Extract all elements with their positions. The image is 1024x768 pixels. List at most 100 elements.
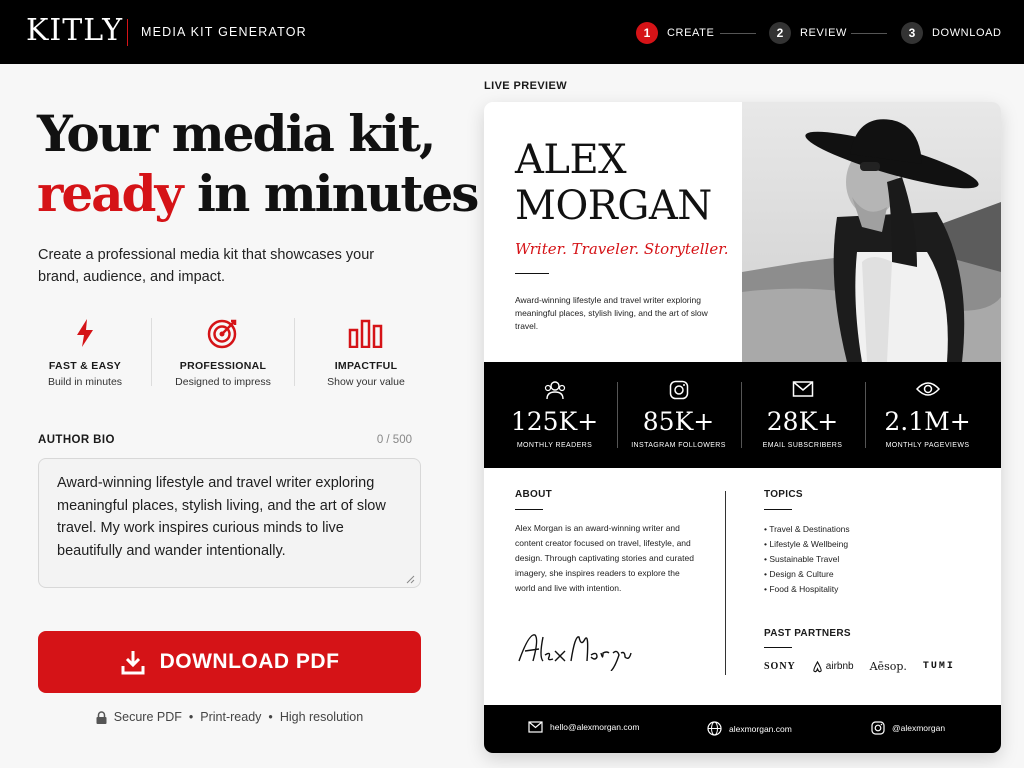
signature: [515, 627, 635, 676]
bio-textarea[interactable]: Award-winning lifestyle and travel write…: [38, 458, 421, 588]
step-label: CREATE: [667, 27, 715, 39]
feature-divider: [294, 318, 295, 386]
footer-email[interactable]: hello@alexmorgan.com: [528, 721, 639, 733]
bio-label: AUTHOR BIO: [38, 434, 115, 446]
topics-heading: TOPICS: [764, 489, 803, 500]
mail-icon: [528, 721, 543, 733]
stat-instagram-followers: 85K+ INSTAGRAM FOLLOWERS: [616, 362, 741, 468]
partner-sony-logo: SONY: [764, 661, 796, 672]
topic-label: Lifestyle & Wellbeing: [769, 539, 849, 549]
partners-heading: PAST PARTNERS: [764, 628, 851, 639]
separator-dot: •: [268, 710, 273, 724]
topic-label: Food & Hospitality: [769, 584, 839, 594]
preview-name: ALEX MORGAN: [515, 137, 712, 229]
media-kit-preview: ALEX MORGAN Writer. Traveler. Storytelle…: [484, 102, 1001, 753]
feature-professional: PROFESSIONAL Designed to impress: [163, 316, 283, 388]
instagram-icon: [871, 721, 885, 735]
bio-char-count: 0 / 500: [376, 434, 412, 446]
footer-email-text: hello@alexmorgan.com: [550, 722, 640, 732]
stat-value: 125K+: [510, 407, 599, 436]
top-bar: KITLY MEDIA KIT GENERATOR 1 CREATE 2 REV…: [0, 0, 1024, 64]
step-review[interactable]: 2 REVIEW: [769, 22, 847, 44]
feature-impactful: IMPACTFUL Show your value: [306, 316, 426, 388]
logo[interactable]: KITLY: [26, 14, 123, 48]
hero-accent-word: ready: [37, 164, 184, 223]
download-icon: [121, 651, 145, 675]
divider: [515, 273, 549, 274]
preview-footer: hello@alexmorgan.com alexmorgan.com @ale…: [484, 705, 1001, 753]
divider: [764, 647, 792, 648]
stat-monthly-pageviews: 2.1M+ MONTHLY PAGEVIEWS: [865, 362, 990, 468]
partner-name: airbnb: [825, 661, 854, 672]
list-item: • Sustainable Travel: [764, 554, 840, 564]
topic-label: Travel & Destinations: [769, 524, 850, 534]
stat-value: 2.1M+: [884, 407, 971, 436]
partner-tumi-logo: TUMI: [922, 661, 955, 672]
profile-photo: [742, 102, 1001, 362]
step-label: DOWNLOAD: [932, 27, 1002, 39]
partner-logos: SONY airbnb Aēsop. TUMI: [764, 660, 971, 673]
step-connector: [720, 33, 756, 34]
feature-divider: [151, 318, 152, 386]
list-item: • Food & Hospitality: [764, 584, 839, 594]
preview-intro: Award-winning lifestyle and travel write…: [515, 295, 708, 331]
mail-icon: [740, 380, 865, 402]
app-name: MEDIA KIT GENERATOR: [141, 25, 307, 39]
separator-dot: •: [188, 710, 194, 724]
list-item: • Lifestyle & Wellbeing: [764, 539, 849, 549]
partner-aesop-logo: Aēsop.: [869, 660, 907, 673]
lightning-icon: [25, 316, 145, 350]
stats-bar: 125K+ MONTHLY READERS 85K+ INSTAGRAM FOL…: [484, 362, 1001, 468]
stat-email-subscribers: 28K+ EMAIL SUBSCRIBERS: [740, 362, 865, 468]
feature-subtitle: Show your value: [327, 376, 405, 388]
download-pdf-button[interactable]: DOWNLOAD PDF: [38, 631, 421, 693]
target-icon: [163, 316, 283, 350]
stat-label: EMAIL SUBSCRIBERS: [762, 442, 843, 449]
download-badges: Secure PDF • Print-ready • High resoluti…: [38, 710, 421, 724]
hero-title: Your media kit, ready in minutes: [37, 104, 479, 224]
airbnb-icon: [813, 660, 822, 672]
download-label: DOWNLOAD PDF: [159, 650, 340, 673]
about-heading: ABOUT: [515, 489, 553, 500]
footer-website[interactable]: alexmorgan.com: [707, 721, 792, 736]
feature-subtitle: Designed to impress: [175, 376, 271, 388]
preview-name-first: ALEX: [515, 137, 627, 183]
stat-value: 28K+: [766, 407, 839, 436]
hero-line-2-rest: in minutes: [181, 164, 479, 223]
step-number: 2: [769, 22, 791, 44]
live-preview-label: LIVE PREVIEW: [484, 80, 568, 92]
topic-label: Sustainable Travel: [769, 554, 840, 564]
partner-airbnb-logo: airbnb: [812, 660, 854, 673]
list-item: • Travel & Destinations: [764, 524, 850, 534]
hero-line-2: ready in minutes: [37, 164, 479, 224]
badge-print-ready: Print-ready: [200, 710, 262, 724]
topics-list: • Travel & Destinations • Lifestyle & We…: [764, 522, 850, 597]
hero-subtitle: Create a professional media kit that sho…: [38, 247, 375, 285]
resize-handle-icon[interactable]: [405, 574, 415, 584]
feature-fast-easy: FAST & EASY Build in minutes: [25, 316, 145, 388]
logo-divider: [127, 19, 128, 46]
stat-label: MONTHLY READERS: [516, 442, 593, 449]
step-number: 1: [636, 22, 658, 44]
stat-label: INSTAGRAM FOLLOWERS: [631, 442, 726, 449]
step-label: REVIEW: [800, 27, 847, 39]
preview-tagline: Writer. Traveler. Storyteller.: [515, 240, 729, 258]
divider: [515, 509, 543, 510]
preview-name-last: MORGAN: [515, 183, 712, 229]
globe-icon: [707, 721, 722, 736]
section-divider: [725, 491, 726, 675]
footer-instagram-text: @alexmorgan: [892, 723, 946, 733]
footer-website-text: alexmorgan.com: [729, 723, 792, 734]
feature-title: FAST & EASY: [48, 360, 122, 372]
step-create[interactable]: 1 CREATE: [636, 22, 714, 44]
step-download[interactable]: 3 DOWNLOAD: [901, 22, 1002, 44]
topic-label: Design & Culture: [769, 569, 834, 579]
stat-value: 85K+: [642, 407, 715, 436]
step-connector: [851, 33, 887, 34]
list-item: • Design & Culture: [764, 569, 834, 579]
feature-subtitle: Build in minutes: [47, 376, 123, 388]
footer-instagram[interactable]: @alexmorgan: [871, 721, 945, 735]
users-icon: [492, 380, 617, 402]
eye-icon: [865, 380, 990, 402]
badge-secure-pdf: Secure PDF: [113, 710, 182, 724]
